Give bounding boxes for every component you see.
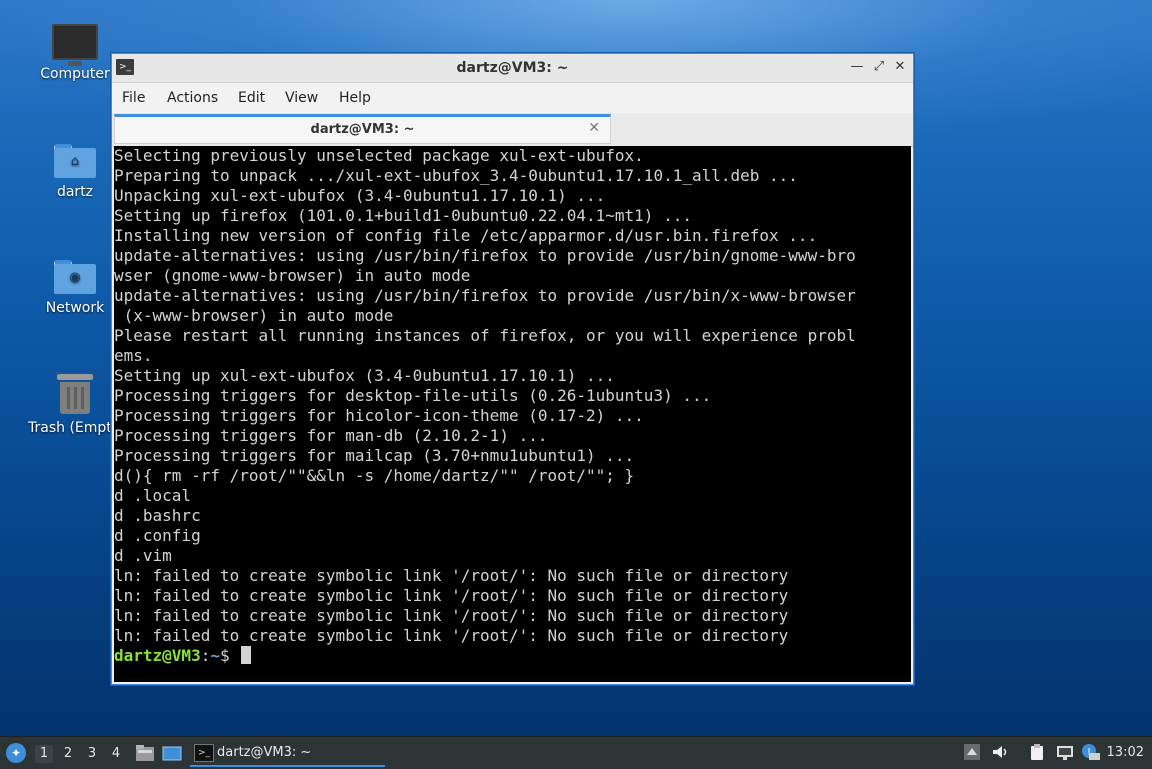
taskbar: ✦ 1 2 3 4 >_ dartz@VM3: ~ ! 13:02 [0, 736, 1152, 769]
prompt-separator: : [200, 646, 211, 665]
menu-bar: File Actions Edit View Help [112, 83, 913, 113]
terminal-line: ln: failed to create symbolic link '/roo… [114, 586, 789, 605]
terminal-line: Setting up xul-ext-ubufox (3.4-0ubuntu1.… [114, 366, 615, 385]
workspace-4[interactable]: 4 [107, 745, 125, 763]
workspace-3[interactable]: 3 [83, 745, 101, 763]
menu-edit[interactable]: Edit [238, 90, 265, 106]
menu-view[interactable]: View [285, 90, 318, 106]
terminal-line: Installing new version of config file /e… [114, 226, 818, 245]
minimize-button[interactable]: — [849, 59, 865, 75]
clock[interactable]: 13:02 [1107, 745, 1144, 760]
terminal-line: Processing triggers for mailcap (3.70+nm… [114, 446, 635, 465]
network-icon[interactable] [1056, 743, 1074, 761]
show-desktop-icon[interactable] [162, 743, 182, 763]
text-cursor [241, 646, 252, 664]
terminal-line: Processing triggers for man-db (2.10.2-1… [114, 426, 548, 445]
update-notifier-icon[interactable]: ! [1081, 743, 1100, 761]
tab-terminal[interactable]: dartz@VM3: ~ ✕ [114, 114, 611, 144]
menu-file[interactable]: File [122, 90, 145, 106]
window-titlebar[interactable]: >_ dartz@VM3: ~ — ⤢ ✕ [112, 54, 913, 83]
close-button[interactable]: ✕ [892, 59, 908, 75]
volume-icon[interactable] [991, 743, 1009, 761]
terminal-line: Processing triggers for hicolor-icon-the… [114, 406, 644, 425]
home-folder-icon: ⌂ [54, 144, 96, 178]
terminal-line: d .config [114, 526, 201, 545]
terminal-line: ln: failed to create symbolic link '/roo… [114, 626, 789, 645]
trash-icon [57, 374, 93, 414]
terminal-line: d(){ rm -rf /root/""&&ln -s /home/dartz/… [114, 466, 635, 485]
network-folder-icon: ◉ [54, 260, 96, 294]
menu-help[interactable]: Help [339, 90, 371, 106]
terminal-line: ems. [114, 346, 153, 365]
terminal-line: Setting up firefox (101.0.1+build1-0ubun… [114, 206, 692, 225]
terminal-line: Please restart all running instances of … [114, 326, 856, 345]
terminal-line: ln: failed to create symbolic link '/roo… [114, 566, 789, 585]
terminal-prompt[interactable]: dartz@VM3:~$ [114, 646, 911, 666]
terminal-line: wser (gnome-www-browser) in auto mode [114, 266, 471, 285]
file-manager-icon[interactable] [135, 743, 155, 763]
terminal-line: d .vim [114, 546, 172, 565]
terminal-line: (x-www-browser) in auto mode [114, 306, 394, 325]
menu-actions[interactable]: Actions [167, 90, 218, 106]
prompt-user: dartz@VM3 [114, 646, 201, 665]
terminal-output[interactable]: Selecting previously unselected package … [114, 146, 911, 682]
prompt-symbol: $ [219, 646, 240, 665]
terminal-lines: Selecting previously unselected package … [114, 146, 911, 666]
tab-bar: dartz@VM3: ~ ✕ [112, 113, 913, 147]
tab-close-icon[interactable]: ✕ [588, 120, 600, 136]
terminal-line: Preparing to unpack .../xul-ext-ubufox_3… [114, 166, 798, 185]
terminal-line: d .bashrc [114, 506, 201, 525]
terminal-line: update-alternatives: using /usr/bin/fire… [114, 246, 856, 265]
clipboard-icon[interactable] [1028, 743, 1046, 761]
terminal-icon: >_ [194, 744, 214, 762]
window-title: dartz@VM3: ~ [456, 60, 569, 76]
workspace-2[interactable]: 2 [59, 745, 77, 763]
maximize-button[interactable]: ⤢ [871, 59, 887, 75]
terminal-line: ln: failed to create symbolic link '/roo… [114, 606, 789, 625]
taskbar-item-label: dartz@VM3: ~ [217, 745, 312, 760]
terminal-line: Selecting previously unselected package … [114, 146, 644, 165]
up-arrow-icon[interactable] [963, 743, 981, 761]
computer-icon [52, 24, 98, 66]
terminal-window: >_ dartz@VM3: ~ — ⤢ ✕ File Actions Edit … [111, 53, 914, 685]
terminal-line: d .local [114, 486, 192, 505]
taskbar-item-terminal[interactable]: >_ dartz@VM3: ~ [190, 739, 385, 767]
terminal-line: update-alternatives: using /usr/bin/fire… [114, 286, 856, 305]
prompt-path: ~ [210, 646, 220, 665]
terminal-line: Processing triggers for desktop-file-uti… [114, 386, 712, 405]
tab-label: dartz@VM3: ~ [310, 122, 415, 137]
start-menu-icon[interactable]: ✦ [6, 743, 26, 763]
workspace-1[interactable]: 1 [35, 745, 53, 763]
terminal-line: Unpacking xul-ext-ubufox (3.4-0ubuntu1.1… [114, 186, 606, 205]
